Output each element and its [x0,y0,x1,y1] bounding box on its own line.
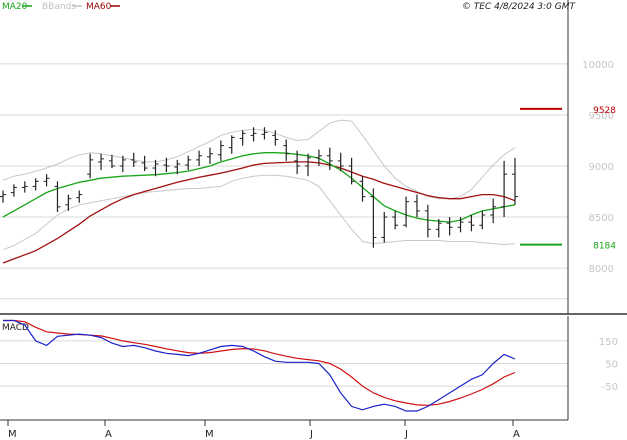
ohlc-bar [76,190,83,203]
x-tick-label: M [205,429,214,440]
macd-y-tick-label: 150 [599,337,618,348]
macd-y-tick-label: 50 [605,359,618,370]
price-y-tick-label: 10000 [582,60,614,71]
price-panel: 80008500900095001000095288184 [0,0,627,315]
ma60-line [2,161,516,264]
ohlc-bar [381,211,388,243]
bband-lower-line [2,174,516,251]
legend-ma20: MA20 [2,2,28,12]
ohlc-bar [305,153,312,177]
macd-line [3,319,516,412]
price-y-tick-label: 8500 [589,213,614,224]
ohlc-bar [32,178,39,191]
ohlc-bar [217,140,224,161]
ohlc-bar [0,190,6,203]
copyright-text: © TEC 4/8/2024 3:0 GMT [462,2,577,12]
ohlc-bar [185,155,192,171]
price-y-tick-label: 8000 [589,264,614,275]
ohlc-bar [196,150,203,166]
bband-upper-line [2,119,516,200]
ohlc-bar [490,198,497,224]
x-tick-label: A [105,429,112,440]
price-y-tick-label: 9000 [589,162,614,173]
ohlc-bar [370,188,377,248]
chart-header: MA20 BBands MA60 © TEC 4/8/2024 3:0 GMT [2,2,576,12]
ohlc-bar [403,196,410,228]
ohlc-bar [261,127,268,140]
ohlc-bar [424,204,431,238]
x-tick-label: M [8,429,17,440]
ohlc-bar [141,155,148,172]
ohlc-bar [98,153,105,171]
x-tick-label: A [513,429,520,440]
ohlc-bar [21,181,28,193]
legend-bbands: BBands [42,2,76,12]
level-marker-label: 8184 [593,242,616,252]
ohlc-bar [413,194,420,218]
ohlc-bar [54,181,61,212]
ohlc-bar [206,147,213,164]
chart-canvas: 80008500900095001000095288184 15050-50M A… [0,0,627,440]
ohlc-bar [10,184,17,197]
ohlc-bar [446,217,453,236]
ohlc-bar [392,210,399,230]
macd-y-tick-label: -50 [602,382,618,393]
x-tick-label: J [309,429,313,440]
level-marker-label: 9528 [593,106,616,116]
ohlc-bar [228,135,235,154]
ohlc-bar [43,174,50,187]
ohlc-bar [479,210,486,230]
macd-signal-line [3,319,516,406]
ohlc-bar [326,147,333,171]
ohlc-bar [501,160,508,218]
ma20-line [2,152,516,223]
macd-panel: 15050-50M A M J J AMACD [0,316,618,440]
ohlc-bar [512,157,518,205]
ohlc-bar [239,130,246,146]
ohlc-bar [283,139,290,161]
x-tick-label: J [404,429,408,440]
legend-ma60: MA60 [86,2,112,12]
